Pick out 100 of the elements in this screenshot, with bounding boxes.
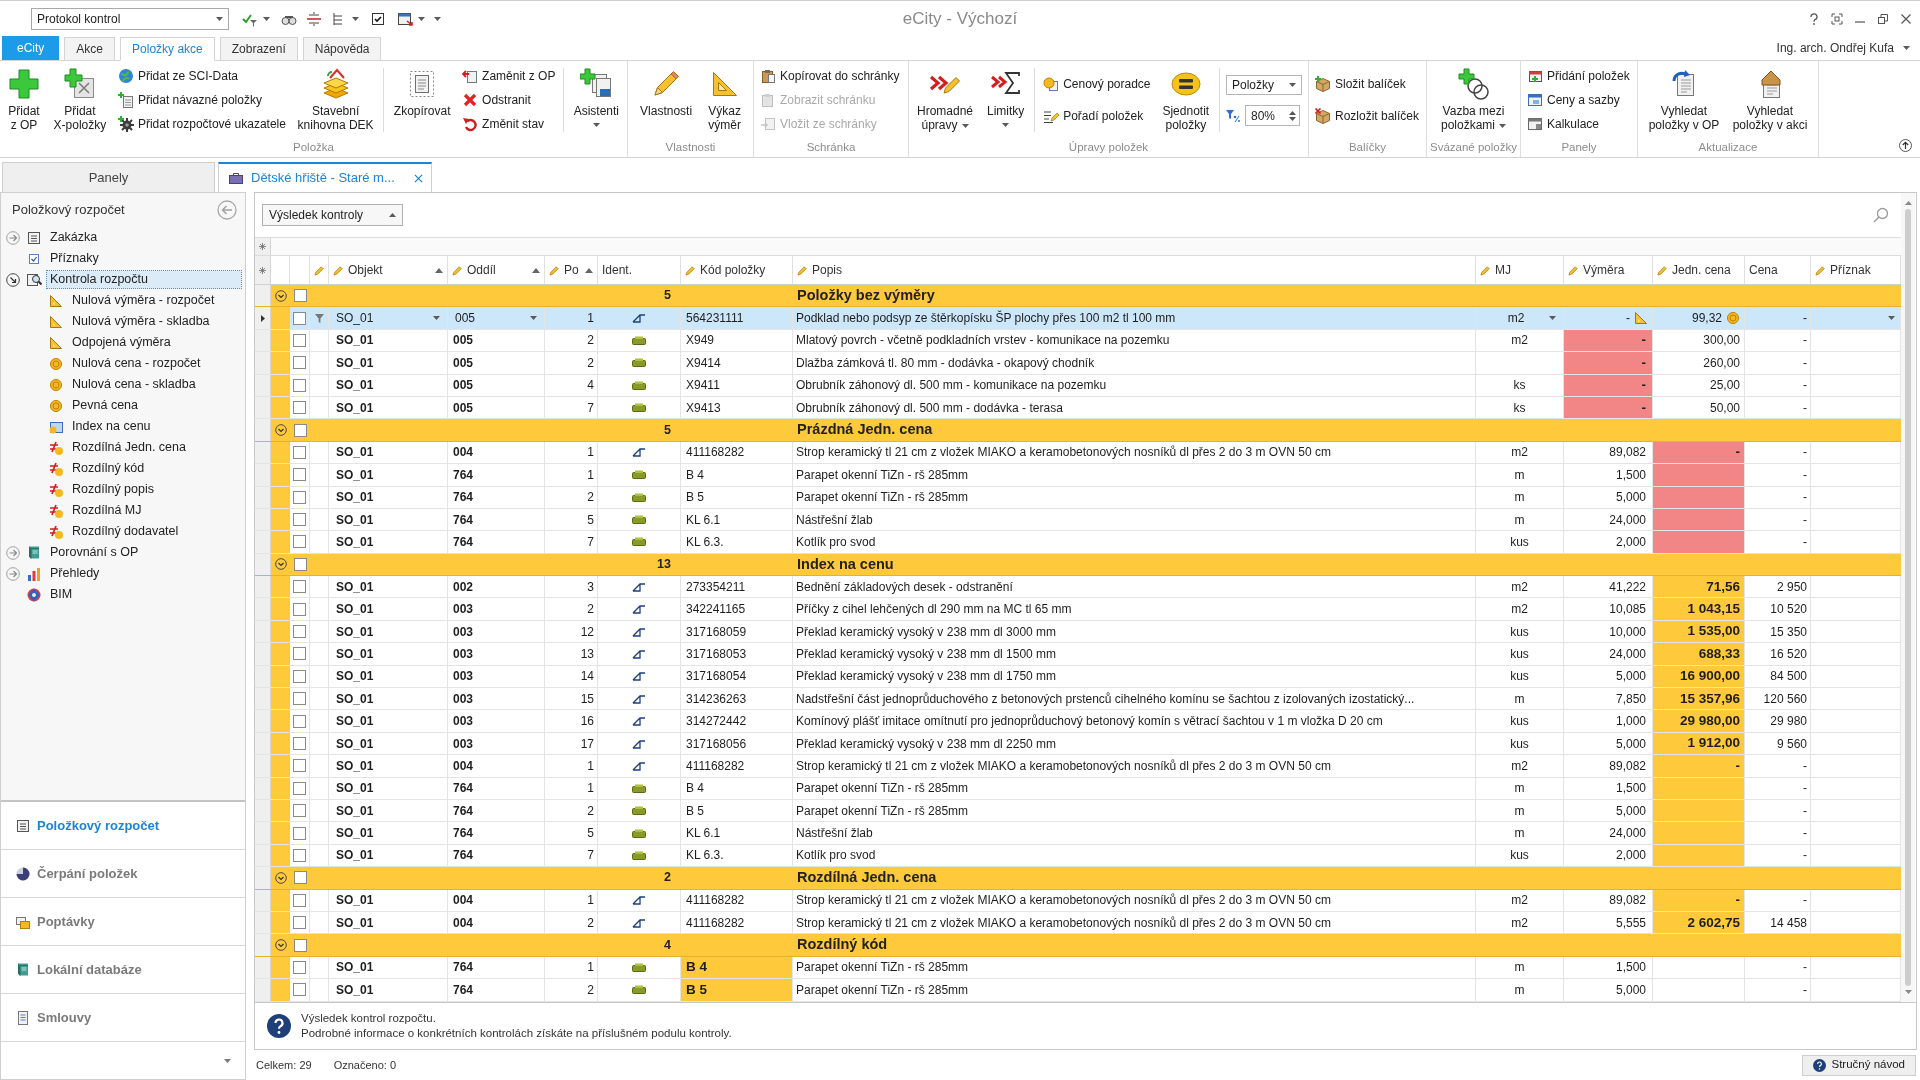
group-header[interactable]: 5 Položky bez výměry (255, 285, 1901, 308)
ribbon-button[interactable]: Sjednotit položky (1158, 61, 1214, 139)
checkbox[interactable] (293, 960, 306, 974)
checkbox[interactable] (293, 557, 307, 571)
nav-item[interactable]: Položkový rozpočet (15, 815, 160, 836)
checkbox[interactable] (293, 938, 307, 952)
ribbon-button[interactable]: Limitky (982, 61, 1029, 139)
table-row[interactable]: SO_01 764 1 B 4 Parapet okenní TiZn - rš 285mm m 1,500 - (255, 777, 1901, 800)
tree-item[interactable]: Rozdílný dodavatel (68, 522, 183, 541)
panel-tab[interactable]: Panely (2, 162, 215, 192)
table-row[interactable]: SO_01 005 2 X9414 Dlažba zámková tl. 80 mm - dodávka - okapový chodník - 260,00 - (255, 352, 1901, 375)
ribbon-button[interactable]: Přidat rozpočtové ukazatele (115, 113, 288, 135)
ribbon-button[interactable]: Kopírovat do schránky (758, 65, 902, 87)
tree-item[interactable]: Pevná cena (68, 396, 143, 415)
tree-item[interactable]: Nulová cena - rozpočet (68, 354, 205, 373)
ribbon-button[interactable]: Ceny a sazby (1525, 89, 1632, 111)
checkbox[interactable] (293, 759, 306, 773)
table-row[interactable]: SO_01 764 2 B 5 Parapet okenní TiZn - rš 285mm m 5,000 - (255, 800, 1901, 823)
table-row[interactable]: SO_01 003 16 314272442 Komínový plášť imitace omítnutí pro jednoprůduchový betonový komín s větrací šachtou v 1 m vložka D 20 cm kus 1,000 29 980,00 29 980 (255, 710, 1901, 733)
tree-item[interactable]: BIM (46, 585, 77, 604)
document-tab[interactable]: Dětské hřiště - Staré m... (218, 162, 432, 192)
ribbon-tab[interactable]: Položky akce (120, 37, 215, 61)
column-header[interactable]: MJ (1476, 256, 1564, 284)
tree-item[interactable]: Rozdílná MJ (68, 501, 146, 520)
table-row[interactable]: SO_01 004 1 411168282 Strop keramický tl 21 cm z vložek MIAKO a keramobetonových nosníků dl přes 2 do 3 m OVN 50 cm m2 89,082 - - (255, 755, 1901, 778)
group-header[interactable]: 5 Prázdná Jedn. cena (255, 419, 1901, 442)
zoom-spinbox[interactable]: 80% (1245, 105, 1300, 126)
table-row[interactable]: SO_01 764 2 B 5 Parapet okenní TiZn - rš 285mm m 5,000 - (255, 486, 1901, 509)
ribbon-button[interactable]: Přidat ze SCI-Data (115, 65, 288, 87)
table-row[interactable]: SO_01 002 3 273354211 Bednění základových desek - odstranění m2 41,222 71,56 2 950 (255, 576, 1901, 599)
help-button[interactable]: Stručný návod (1802, 1054, 1916, 1076)
nav-item[interactable]: Čerpání položek (15, 863, 138, 884)
search-icon[interactable] (1873, 207, 1889, 223)
checkbox[interactable] (293, 871, 307, 885)
tree-item[interactable]: Příznaky (46, 249, 103, 268)
checkbox[interactable] (293, 468, 306, 482)
checkbox[interactable] (293, 445, 306, 459)
column-header[interactable]: Oddíl (448, 256, 545, 284)
checkbox-icon[interactable] (370, 10, 386, 27)
checkbox[interactable] (293, 490, 306, 504)
table-row[interactable]: SO_01 764 7 KL 6.3. Kotlík pro svod kus 2,000 - (255, 531, 1901, 554)
tree-item[interactable]: Rozdílná Jedn. cena (68, 438, 190, 457)
ribbon-button[interactable]: Zkopírovat (389, 61, 455, 139)
ribbon-button[interactable]: Přidat z OP (4, 61, 44, 139)
ribbon-tab[interactable]: Nápověda (302, 37, 382, 61)
close-icon[interactable] (1900, 12, 1912, 25)
checkbox[interactable] (293, 602, 306, 616)
collapse-group-icon[interactable] (274, 871, 287, 884)
checkbox[interactable] (293, 714, 306, 728)
user-name[interactable]: Ing. arch. Ondřej Kufa (1776, 39, 1894, 57)
column-header[interactable]: Po (545, 256, 598, 284)
checkbox[interactable] (293, 513, 306, 527)
tree-item[interactable]: Kontrola rozpočtu (46, 270, 242, 289)
checkbox[interactable] (293, 356, 306, 370)
ribbon-button[interactable]: Cenový poradce (1041, 73, 1153, 95)
tree-item[interactable]: Zakázka (46, 228, 102, 247)
group-header[interactable]: 13 Index na cenu (255, 553, 1901, 577)
table-row[interactable]: SO_01 005 7 X9413 Obrubník záhonový dl. 500 mm - dodávka - terasa ks - 50,00 - (255, 396, 1901, 420)
ribbon-button[interactable]: Asistenti (569, 61, 623, 139)
row-header[interactable] (255, 307, 271, 329)
table-row[interactable]: SO_01 764 5 KL 6.1 Nástřešní žlab m 24,000 - (255, 508, 1901, 532)
table-row[interactable]: SO_01 004 2 411168282 Strop keramický tl 21 cm z vložek MIAKO a keramobetonových nosníků dl přes 2 do 3 m OVN 50 cm m2 5,555 2 602,75 14 458 (255, 911, 1901, 935)
collapse-ribbon-icon[interactable] (1899, 139, 1912, 152)
collapse-group-icon[interactable] (274, 939, 287, 951)
ribbon-button[interactable]: Přidat X-položky (49, 61, 111, 139)
checkbox[interactable] (293, 826, 306, 840)
ribbon-button[interactable]: Složit balíček (1313, 73, 1422, 95)
checkbox[interactable] (293, 647, 306, 661)
collapse-group-icon[interactable] (274, 424, 287, 437)
protocol-combobox[interactable]: Protokol kontrol (31, 7, 229, 30)
expander-icon[interactable] (6, 272, 20, 287)
ribbon-button[interactable]: Zaměnit z OP (460, 65, 558, 87)
checkbox[interactable] (293, 535, 306, 549)
checkbox[interactable] (293, 893, 306, 907)
help-icon[interactable] (1808, 12, 1820, 25)
table-row[interactable]: SO_01 004 1 411168282 Strop keramický tl 21 cm z vložek MIAKO a keramobetonových nosníků dl přes 2 do 3 m OVN 50 cm m2 89,082 - - (255, 889, 1901, 912)
result-select[interactable]: Výsledek kontroly (262, 204, 403, 226)
ribbon-button[interactable]: Změnit stav (460, 113, 558, 135)
items-select[interactable]: Položky (1226, 75, 1302, 95)
table-row[interactable]: SO_01 005 1 564231111 Podklad nebo podsyp ze štěrkopísku ŠP plochy přes 100 m2 tl 100 mm m2 - 99,32 - (255, 307, 1901, 330)
close-icon[interactable] (414, 173, 423, 183)
checkbox[interactable] (293, 333, 306, 347)
ribbon-tab[interactable]: Akce (64, 37, 116, 61)
ribbon-button[interactable]: Rozložit balíček (1313, 105, 1422, 127)
column-header[interactable]: Jedn. cena (1653, 256, 1745, 284)
checkbox[interactable] (293, 781, 306, 795)
table-row[interactable]: SO_01 003 17 317168056 Překlad keramický vysoký v 238 mm dl 2250 mm kus 5,000 1 912,00 9 560 (255, 732, 1901, 756)
ribbon-button[interactable]: Přidání položek (1525, 65, 1632, 87)
ribbon-button[interactable]: Vlastnosti (636, 61, 697, 139)
collapse-group-icon[interactable] (274, 558, 287, 571)
checkbox[interactable] (293, 423, 307, 437)
ribbon-button[interactable]: Přidat návazné položky (115, 89, 288, 111)
ribbon-button[interactable]: Vazba mezi položkami (1437, 61, 1510, 139)
group-header[interactable]: 4 Rozdílný kód (255, 934, 1901, 957)
checkbox[interactable] (293, 916, 306, 930)
table-row[interactable]: SO_01 764 2 B 5 Parapet okenní TiZn - rš 285mm m 5,000 - (255, 979, 1901, 1002)
table-row[interactable]: SO_01 005 4 X9411 Obrubník záhonový dl. 500 mm - komunikace na pozemku ks - 25,00 - (255, 374, 1901, 397)
ribbon-button[interactable]: Stavební knihovna DEK (293, 61, 378, 139)
split-lines-icon[interactable] (306, 10, 322, 27)
ribbon-button[interactable]: Vyhledat položky v OP (1644, 61, 1724, 139)
